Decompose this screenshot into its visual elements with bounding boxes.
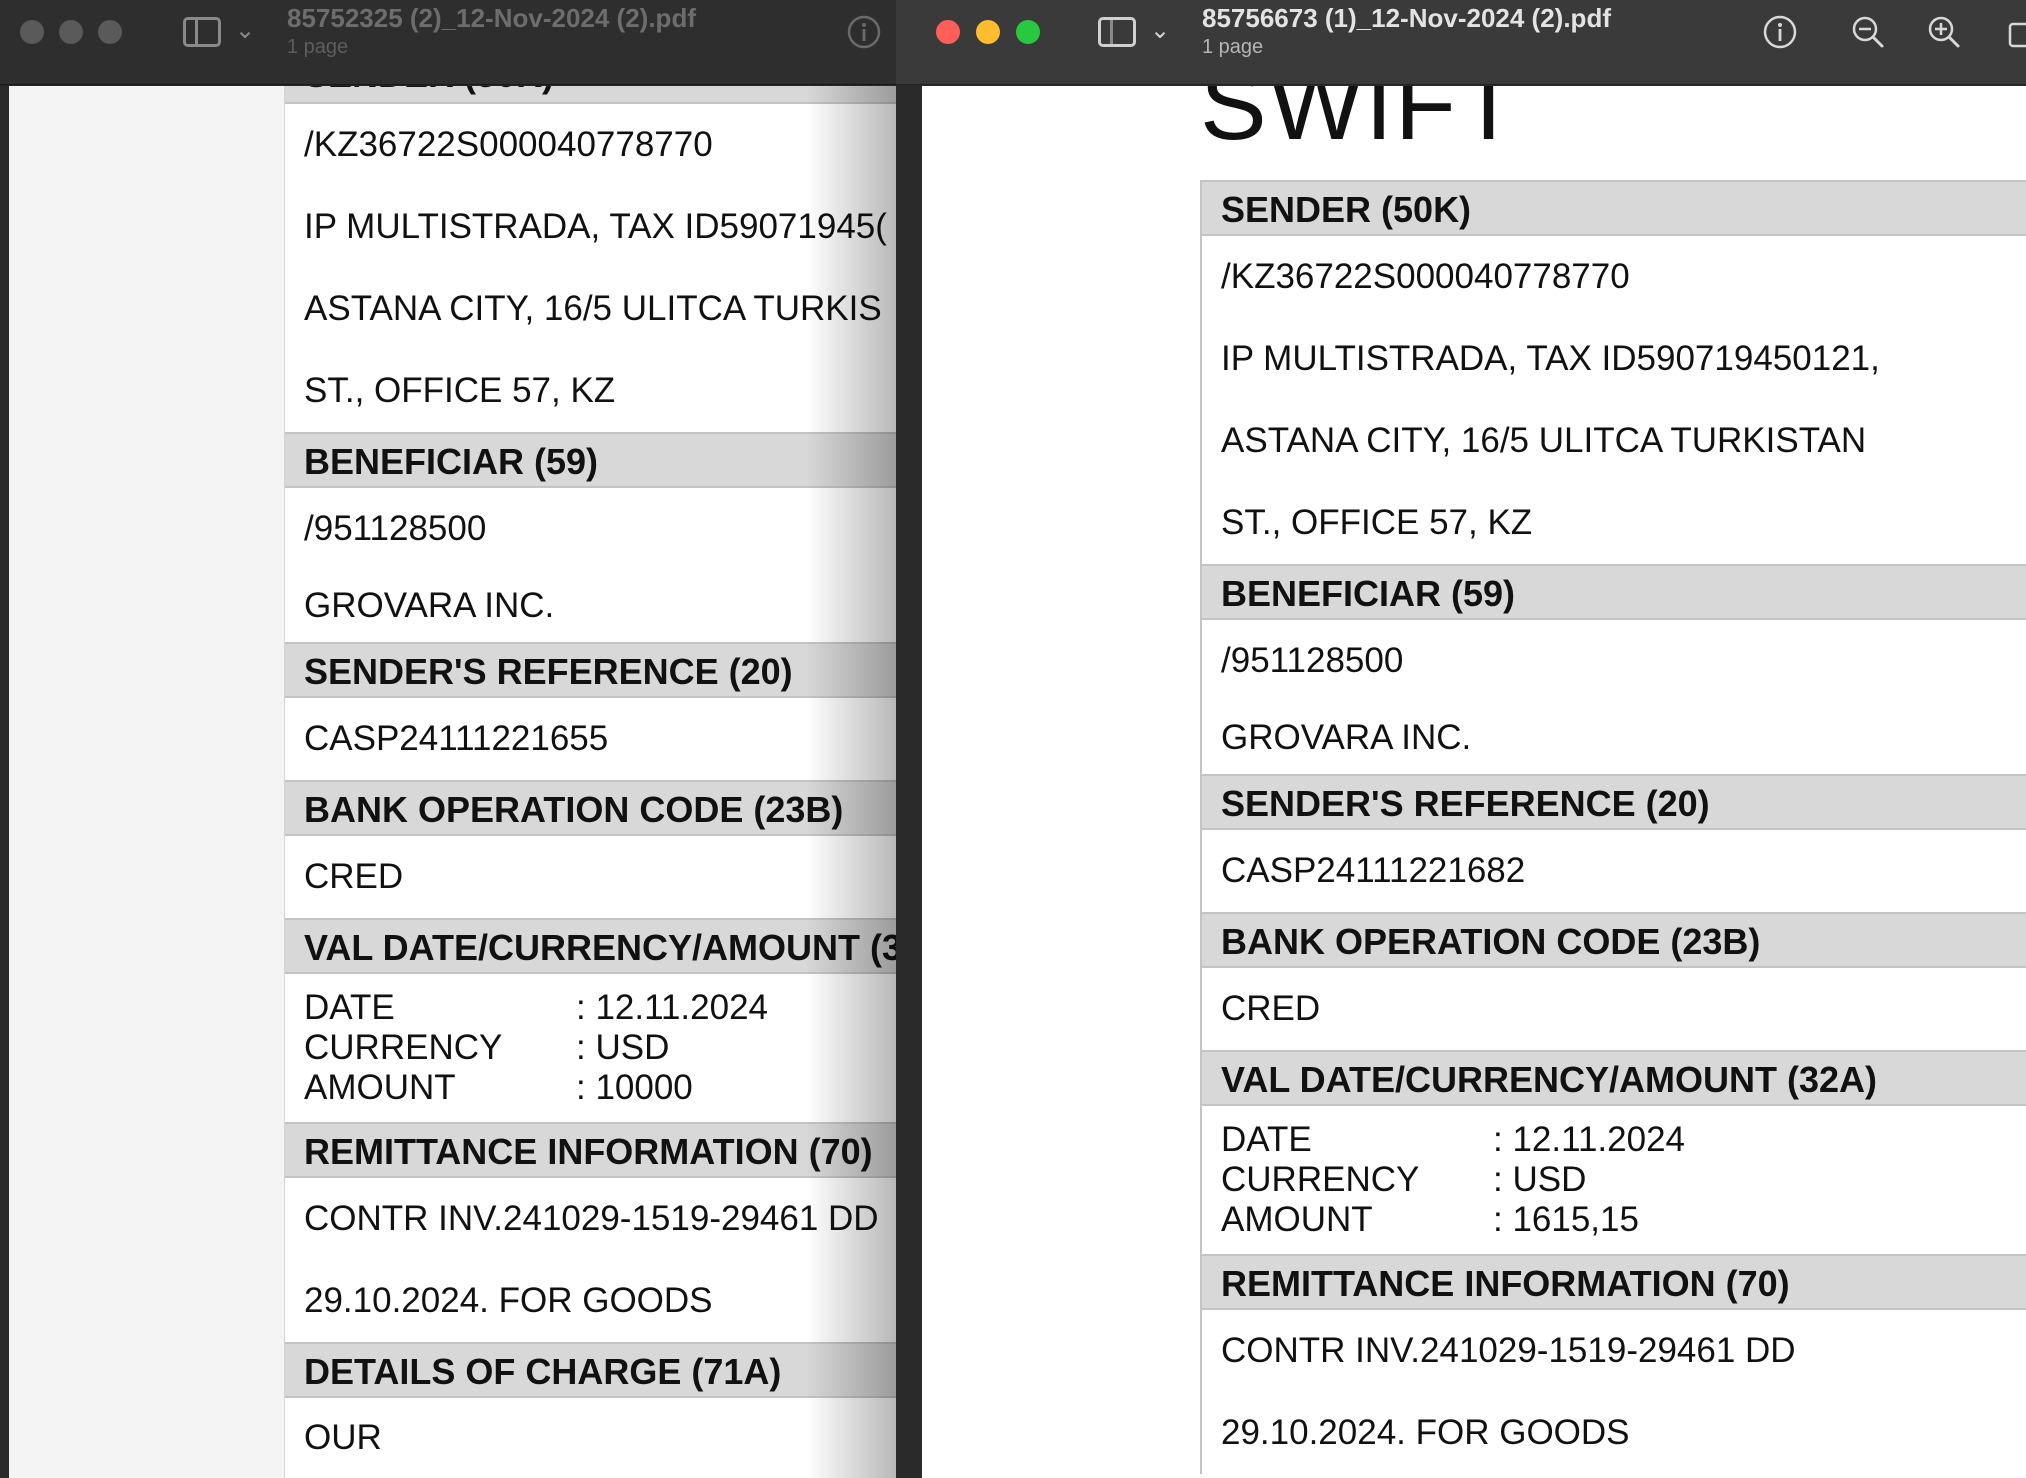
zoom-in-icon: [1928, 16, 1960, 48]
amount-label: AMOUNT: [1221, 1200, 1373, 1239]
left-titlebar: ⌄ 85752325 (2)_12-Nov-2024 (2).pdf 1 pag…: [0, 0, 896, 85]
currency-value: : USD: [1493, 1160, 1587, 1199]
beneficiar-name: GROVARA INC.: [1221, 718, 1472, 757]
section-header-val-date: VAL DATE/CURRENCY/AMOUNT (3: [285, 918, 896, 974]
date-label: DATE: [1221, 1120, 1312, 1159]
sender-name: IP MULTISTRADA, TAX ID59071945(: [304, 207, 887, 246]
section-header-beneficiar: BENEFICIAR (59): [285, 432, 896, 488]
sidebar-toggle-button[interactable]: ⌄: [1098, 16, 1170, 50]
left-preview-window: ⌄ 85752325 (2)_12-Nov-2024 (2).pdf 1 pag…: [0, 0, 896, 1478]
section-header-remittance: REMITTANCE INFORMATION (70): [285, 1122, 896, 1178]
zoom-out-button[interactable]: [1850, 14, 1886, 50]
remittance-line-2: 29.10.2024. FOR GOODS: [304, 1281, 713, 1320]
date-value: : 12.11.2024: [576, 988, 769, 1027]
sender-account: /KZ36722S000040778770: [304, 125, 713, 164]
date-value: : 12.11.2024: [1493, 1120, 1686, 1159]
date-label: DATE: [304, 988, 395, 1027]
amount-block: DATE : 12.11.2024 CURRENCY : USD AMOUNT : 1…: [1202, 1106, 2026, 1254]
share-button[interactable]: [2004, 14, 2026, 50]
info-button[interactable]: [846, 14, 882, 50]
sender-address-2: ST., OFFICE 57, KZ: [304, 371, 616, 410]
chevron-down-icon: ⌄: [235, 17, 256, 44]
right-preview-window: ⌄ 85756673 (1)_12-Nov-2024 (2).pdf 1 pag…: [896, 0, 2026, 1478]
window-edge: [0, 86, 9, 1478]
info-button[interactable]: [1762, 14, 1798, 50]
zoom-button[interactable]: [98, 20, 122, 44]
document-heading: SWIFT: [1200, 86, 1522, 161]
page-count: 1 page: [1202, 36, 1264, 58]
pdf-page: SWIFT SENDER (50K) /KZ36722S000040778770…: [1200, 86, 2026, 1478]
chevron-down-icon: ⌄: [1150, 17, 1171, 44]
share-icon: [2008, 22, 2026, 48]
charge-value: OUR: [304, 1418, 382, 1457]
reference-value: CASP24111221682: [1221, 851, 1526, 890]
page-count: 1 page: [287, 36, 349, 58]
sidebar-toggle-icon: [1098, 17, 1136, 47]
currency-label: CURRENCY: [1221, 1160, 1420, 1199]
section-header-remittance: REMITTANCE INFORMATION (70): [1202, 1254, 2026, 1310]
bank-op-value: CRED: [1221, 989, 1321, 1028]
remittance-line-1: CONTR INV.241029-1519-29461 DD: [304, 1199, 879, 1238]
sender-address-2: ST., OFFICE 57, KZ: [1221, 503, 1533, 542]
remittance-line-1: CONTR INV.241029-1519-29461 DD: [1221, 1331, 1796, 1370]
zoom-out-icon: [1852, 16, 1884, 48]
section-header-charge: DETAILS OF CHARGE (71A): [285, 1342, 896, 1398]
window-edge: [896, 86, 922, 1478]
reference-value: CASP24111221655: [304, 719, 609, 758]
sender-address-1: ASTANA CITY, 16/5 ULITCA TURKIS: [304, 289, 882, 328]
minimize-button[interactable]: [976, 20, 1000, 44]
document-title: 85756673 (1)_12-Nov-2024 (2).pdf: [1202, 3, 1611, 33]
section-header-beneficiar: BENEFICIAR (59): [1202, 564, 2026, 620]
sidebar-toggle-button[interactable]: ⌄: [183, 16, 255, 50]
amount-value: : 1615,15: [1493, 1200, 1639, 1239]
section-header-sender: SENDER (50K): [285, 86, 896, 104]
beneficiar-account: /951128500: [1221, 641, 1404, 680]
section-header-sender: SENDER (50K): [1202, 180, 2026, 236]
currency-value: : USD: [576, 1028, 670, 1067]
document-title: 85752325 (2)_12-Nov-2024 (2).pdf: [287, 3, 696, 33]
pdf-page: SENDER (50K) /KZ36722S000040778770 IP MU…: [284, 86, 896, 1478]
beneficiar-account: /951128500: [304, 509, 487, 548]
section-header-reference: SENDER'S REFERENCE (20): [285, 642, 896, 698]
close-button[interactable]: [20, 20, 44, 44]
sidebar-toggle-icon: [183, 17, 221, 47]
right-titlebar: ⌄ 85756673 (1)_12-Nov-2024 (2).pdf 1 pag…: [896, 0, 2026, 85]
minimize-button[interactable]: [59, 20, 83, 44]
info-icon: [847, 15, 881, 49]
beneficiar-name: GROVARA INC.: [304, 586, 555, 625]
zoom-in-button[interactable]: [1926, 14, 1962, 50]
close-button[interactable]: [936, 20, 960, 44]
remittance-line-2: 29.10.2024. FOR GOODS: [1221, 1413, 1630, 1452]
sender-address-1: ASTANA CITY, 16/5 ULITCA TURKISTAN: [1221, 421, 1867, 460]
sender-name: IP MULTISTRADA, TAX ID590719450121,: [1221, 339, 1880, 378]
amount-block: DATE : 12.11.2024 CURRENCY : USD AMOUNT : 1…: [285, 974, 896, 1122]
amount-value: : 10000: [576, 1068, 693, 1107]
left-document-area[interactable]: SENDER (50K) /KZ36722S000040778770 IP MU…: [0, 86, 896, 1478]
bank-op-value: CRED: [304, 857, 404, 896]
sender-account: /KZ36722S000040778770: [1221, 257, 1630, 296]
amount-label: AMOUNT: [304, 1068, 456, 1107]
currency-label: CURRENCY: [304, 1028, 503, 1067]
section-header-reference: SENDER'S REFERENCE (20): [1202, 774, 2026, 830]
info-icon: [1763, 15, 1797, 49]
right-document-area[interactable]: SWIFT SENDER (50K) /KZ36722S000040778770…: [896, 86, 2026, 1478]
section-header-bank-op: BANK OPERATION CODE (23B): [1202, 912, 2026, 968]
zoom-button[interactable]: [1016, 20, 1040, 44]
section-header-bank-op: BANK OPERATION CODE (23B): [285, 780, 896, 836]
section-header-val-date: VAL DATE/CURRENCY/AMOUNT (32A): [1202, 1050, 2026, 1106]
